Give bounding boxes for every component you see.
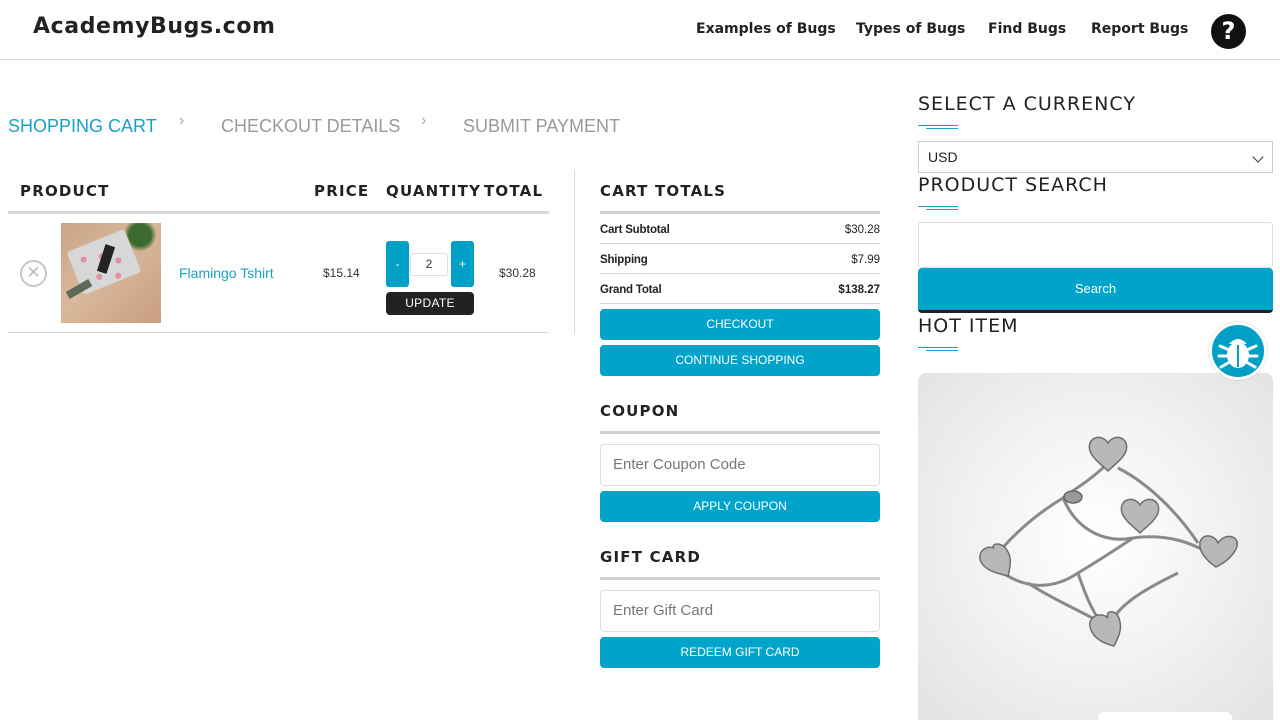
title-accent xyxy=(918,206,958,210)
bug-icon[interactable] xyxy=(1209,322,1267,380)
product-line-total: $30.28 xyxy=(499,266,536,280)
remove-circle-icon[interactable]: ✕ xyxy=(20,260,47,287)
question-circle-icon[interactable]: ? xyxy=(1211,14,1246,49)
title-accent xyxy=(918,347,958,351)
coupon-code-input[interactable]: Enter Coupon Code xyxy=(600,444,880,486)
currency-selected-value: USD xyxy=(928,149,958,165)
grand-total-label: Grand Total xyxy=(600,284,662,296)
table-row-divider xyxy=(8,332,549,333)
nav-find-bugs[interactable]: Find Bugs xyxy=(988,21,1066,37)
breadcrumb-submit-payment[interactable]: SUBMIT PAYMENT xyxy=(463,116,620,137)
gift-card-title: GIFT CARD xyxy=(600,548,702,566)
breadcrumb-separator: › xyxy=(421,112,427,129)
quantity-increase-button[interactable]: + xyxy=(451,241,474,287)
column-header-quantity: QUANTITY xyxy=(386,182,482,200)
chevron-down-icon xyxy=(1252,151,1264,163)
bracelet-illustration xyxy=(979,436,1239,647)
bug-icon-glyph xyxy=(1217,339,1259,369)
nav-examples-of-bugs[interactable]: Examples of Bugs xyxy=(696,21,836,37)
title-accent xyxy=(918,125,958,129)
quantity-input[interactable]: 2 xyxy=(410,253,448,276)
continue-shopping-button[interactable]: CONTINUE SHOPPING xyxy=(600,345,880,376)
cart-subtotal-label: Cart Subtotal xyxy=(600,224,670,236)
table-header-divider xyxy=(8,211,549,214)
cart-totals-title: CART TOTALS xyxy=(600,182,727,200)
product-search-input[interactable] xyxy=(918,222,1273,268)
grand-total-value: $138.27 xyxy=(838,284,880,296)
product-name-link[interactable]: Flamingo Tshirt xyxy=(179,265,274,281)
hot-item-caption-pill xyxy=(1098,712,1232,720)
site-header: AcademyBugs.com Examples of Bugs Types o… xyxy=(0,0,1280,60)
section-divider xyxy=(600,211,880,214)
search-button[interactable]: Search xyxy=(918,268,1273,313)
checkout-button[interactable]: CHECKOUT xyxy=(600,309,880,340)
coupon-title: COUPON xyxy=(600,402,680,420)
nav-types-of-bugs[interactable]: Types of Bugs xyxy=(856,21,965,37)
redeem-gift-card-button[interactable]: REDEEM GIFT CARD xyxy=(600,637,880,668)
shipping-label: Shipping xyxy=(600,254,648,266)
totals-row-divider xyxy=(600,243,880,244)
column-header-price: PRICE xyxy=(314,182,370,200)
select-currency-title: SELECT A CURRENCY xyxy=(918,93,1136,115)
hot-item-image[interactable] xyxy=(918,373,1273,720)
breadcrumb-shopping-cart[interactable]: SHOPPING CART xyxy=(8,116,157,137)
hot-item-title: HOT ITEM xyxy=(918,315,1019,337)
totals-row-divider xyxy=(600,273,880,274)
section-divider xyxy=(600,577,880,580)
quantity-decrease-button[interactable]: - xyxy=(386,241,409,287)
update-cart-button[interactable]: UPDATE xyxy=(386,292,474,315)
currency-select[interactable]: USD xyxy=(918,141,1273,173)
column-header-product: PRODUCT xyxy=(20,182,110,200)
gift-card-input[interactable]: Enter Gift Card xyxy=(600,590,880,632)
column-header-total: TOTAL xyxy=(484,182,544,200)
apply-coupon-button[interactable]: APPLY COUPON xyxy=(600,491,880,522)
site-logo[interactable]: AcademyBugs.com xyxy=(33,14,276,39)
breadcrumb-checkout-details[interactable]: CHECKOUT DETAILS xyxy=(221,116,400,137)
product-search-title: PRODUCT SEARCH xyxy=(918,174,1108,196)
totals-row-divider xyxy=(600,303,880,304)
product-thumbnail[interactable] xyxy=(61,223,161,323)
shipping-value: $7.99 xyxy=(851,254,880,266)
product-price: $15.14 xyxy=(323,266,360,280)
section-divider xyxy=(600,431,880,434)
cart-subtotal-value: $30.28 xyxy=(844,224,880,236)
breadcrumb-separator: › xyxy=(179,112,185,129)
nav-report-bugs[interactable]: Report Bugs xyxy=(1091,21,1188,37)
column-divider xyxy=(574,171,575,333)
